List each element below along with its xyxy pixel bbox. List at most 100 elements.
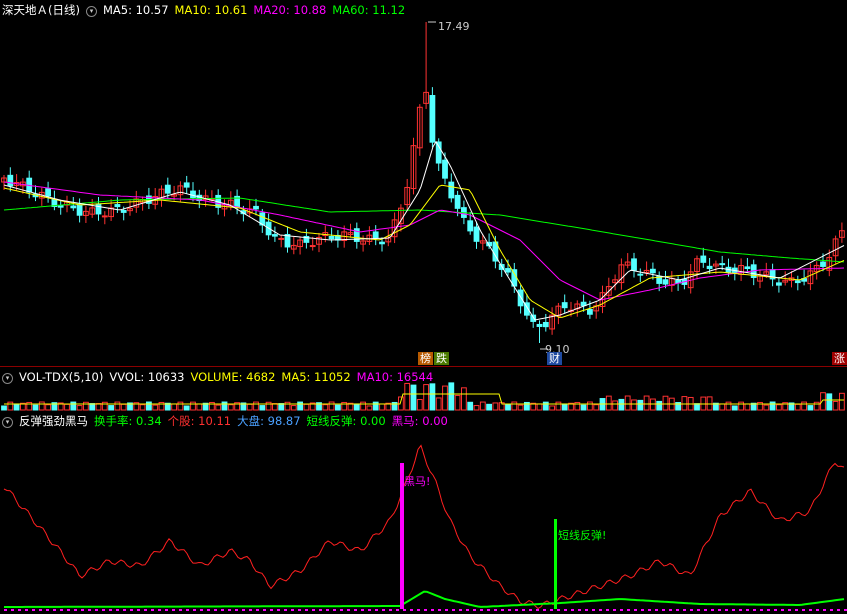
- volume-panel[interactable]: ▾ VOL-TDX(5,10) VVOL: 10633 VOLUME: 4682 MA5…: [0, 367, 847, 411]
- baseline-dot: [494, 609, 497, 611]
- baseline-dot: [452, 609, 455, 611]
- baseline-dot: [137, 609, 140, 611]
- volume-bar: [820, 392, 826, 411]
- tag-bang[interactable]: 榜: [418, 352, 433, 365]
- baseline-dot: [326, 609, 329, 611]
- volume-bar: [624, 395, 631, 411]
- volume-bar: [83, 401, 89, 411]
- candle-body: [442, 159, 448, 179]
- tag-die[interactable]: 跌: [434, 352, 449, 365]
- tag-cai[interactable]: 财: [547, 352, 562, 365]
- volume-bar: [454, 394, 461, 411]
- stock-label: 个股: 10.11: [167, 414, 232, 428]
- baseline-dot: [46, 609, 49, 611]
- baseline-dot: [284, 609, 287, 611]
- baseline-dot: [578, 609, 581, 611]
- volume-bar: [398, 396, 404, 411]
- baseline-dot: [179, 609, 182, 611]
- baseline-dot: [151, 609, 154, 611]
- volume-bar: [38, 401, 45, 411]
- baseline-dot: [165, 609, 168, 611]
- baseline-dot: [235, 609, 238, 611]
- volume-bar: [826, 393, 833, 411]
- volume-bar: [265, 401, 272, 411]
- candle-body: [183, 182, 190, 188]
- baseline-dot: [613, 609, 616, 611]
- circle-toggle-icon[interactable]: ▾: [85, 6, 97, 17]
- baseline-dot: [795, 609, 798, 611]
- baseline-dot: [599, 609, 602, 611]
- short-rebound-label: 短线反弹: 0.00: [306, 414, 386, 428]
- volume-bar: [303, 403, 310, 411]
- volume-bar: [114, 401, 121, 411]
- baseline-dot: [389, 609, 392, 611]
- baseline-dot: [60, 609, 63, 611]
- baseline-dot: [634, 609, 637, 611]
- baseline-dot: [543, 609, 546, 611]
- baseline-dot: [585, 609, 588, 611]
- baseline-dot: [319, 609, 322, 611]
- baseline-dot: [774, 609, 777, 611]
- volume-bar: [272, 403, 278, 411]
- circle-toggle-icon[interactable]: ▾: [2, 417, 13, 428]
- baseline-dot: [242, 609, 245, 611]
- baseline-dot: [88, 609, 91, 611]
- baseline-dot: [256, 609, 259, 611]
- tag-zhang[interactable]: 涨: [832, 352, 847, 365]
- volume-bar: [517, 404, 524, 411]
- candle-body: [776, 282, 782, 286]
- volume-bar: [278, 403, 285, 411]
- volume-bar: [725, 401, 732, 411]
- vol-ma10-label: MA10: 16544: [356, 370, 434, 384]
- baseline-dot: [263, 609, 266, 611]
- candle-body: [467, 220, 474, 232]
- baseline-dot: [760, 609, 763, 611]
- baseline-dot: [816, 609, 819, 611]
- baseline-dot: [200, 609, 203, 611]
- volume-bar: [839, 392, 845, 411]
- baseline-dot: [592, 609, 595, 611]
- baseline-dot: [732, 609, 735, 611]
- market-label: 大盘: 98.87: [237, 414, 301, 428]
- baseline-dot: [74, 609, 77, 611]
- volume-bar: [335, 404, 341, 411]
- stock-line: [3, 444, 845, 610]
- volume-bar: [505, 404, 511, 411]
- indicator-panel[interactable]: ▾ 反弹强劲黑马 换手率: 0.34 个股: 10.11 大盘: 98.87 短线反弹: …: [0, 411, 847, 614]
- candle-body: [114, 204, 121, 208]
- volume-bar: [473, 405, 480, 411]
- volume-bar: [587, 401, 593, 411]
- volume-bar: [776, 404, 782, 411]
- candlestick-chart[interactable]: [0, 0, 847, 366]
- volume-bar: [694, 403, 700, 411]
- volume-bar: [1, 405, 7, 411]
- candle-body: [700, 255, 707, 263]
- candle-body: [429, 95, 436, 143]
- indicator-chart[interactable]: [0, 411, 847, 614]
- baseline-dot: [312, 609, 315, 611]
- volume-bar: [769, 401, 776, 411]
- volume-bar: [404, 382, 411, 411]
- candle-body: [631, 258, 637, 271]
- volume-bar: [177, 401, 184, 411]
- baseline-dot: [305, 609, 308, 611]
- volume-bar: [290, 405, 297, 411]
- volume-bar: [486, 403, 493, 411]
- candle-body: [517, 289, 524, 307]
- baseline-dot: [340, 609, 343, 611]
- volume-bar: [284, 401, 291, 411]
- baseline-dot: [298, 609, 301, 611]
- baseline-dot: [746, 609, 749, 611]
- baseline-dot: [515, 609, 518, 611]
- volume-bar: [108, 405, 114, 411]
- price-panel[interactable]: 深天地Ａ(日线) ▾ MA5: 10.57 MA10: 10.61 MA20: 10.8…: [0, 0, 847, 366]
- volume-bar: [542, 401, 549, 411]
- circle-toggle-icon[interactable]: ▾: [2, 373, 13, 384]
- volume-bar: [353, 403, 360, 411]
- candle-body: [95, 203, 102, 215]
- baseline-dot: [249, 609, 252, 611]
- volume-bar: [479, 401, 486, 411]
- baseline-dot: [473, 609, 476, 611]
- candle-body: [70, 205, 77, 209]
- vvol-label: VVOL: 10633: [109, 370, 185, 384]
